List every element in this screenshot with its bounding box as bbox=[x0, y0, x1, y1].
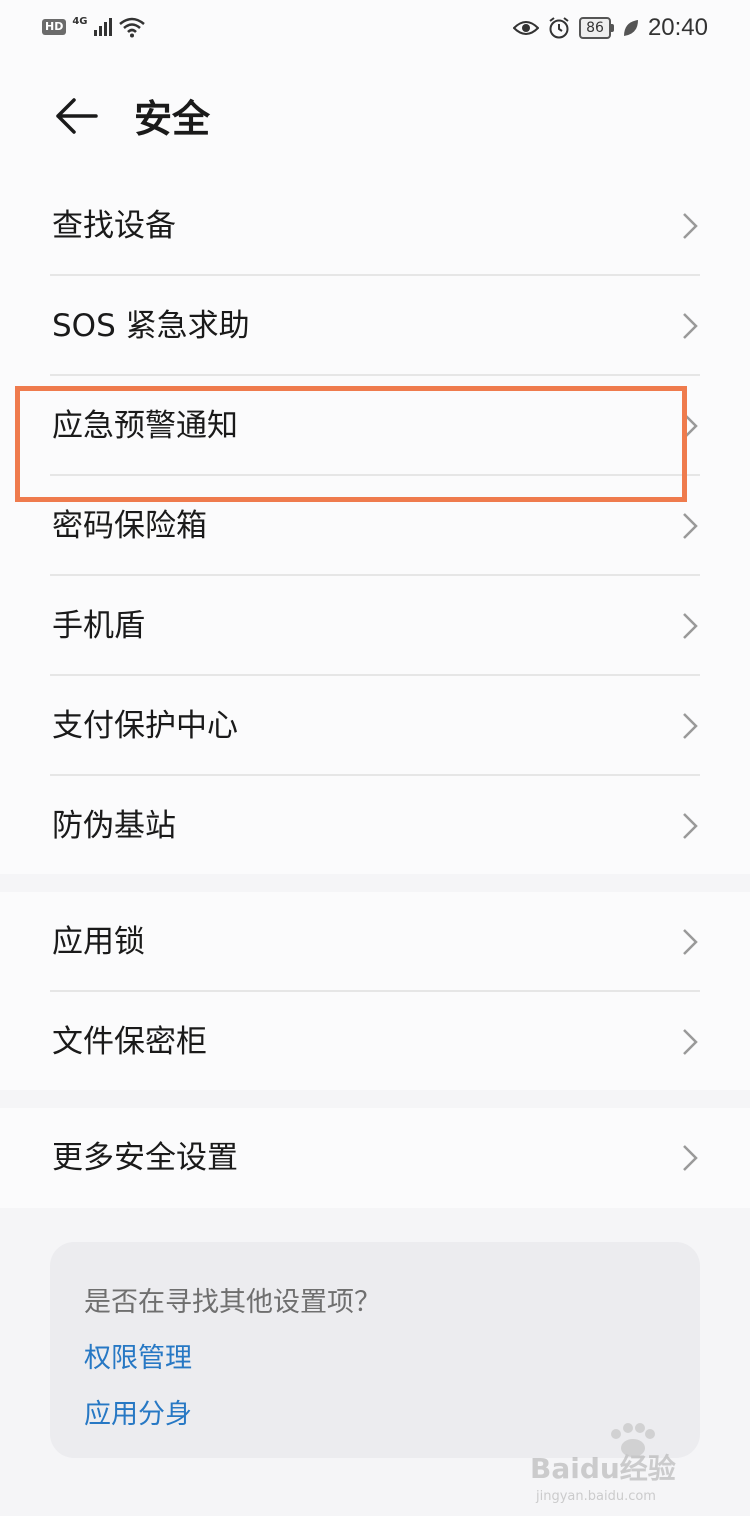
chevron-right-icon bbox=[683, 213, 698, 239]
chevron-right-icon bbox=[683, 1029, 698, 1055]
list-item-file-safe[interactable]: 文件保密柜 bbox=[0, 992, 750, 1092]
status-right: 86 20:40 bbox=[513, 14, 708, 42]
list-item-password-vault[interactable]: 密码保险箱 bbox=[0, 476, 750, 576]
list-item-payment-protection[interactable]: 支付保护中心 bbox=[0, 676, 750, 776]
status-left: HD 4G bbox=[42, 16, 146, 38]
leaf-icon bbox=[623, 20, 638, 36]
list-item-phone-shield[interactable]: 手机盾 bbox=[0, 576, 750, 676]
chevron-right-icon bbox=[683, 413, 698, 439]
settings-group-privacy: 应用锁 文件保密柜 bbox=[0, 892, 750, 1090]
chevron-right-icon bbox=[683, 1145, 698, 1171]
baidu-watermark-logo: Baidu经验 jingyan.baidu.com bbox=[530, 1423, 676, 1504]
list-item-label: 防伪基站 bbox=[52, 808, 176, 844]
watermark-brand: Baidu经验 bbox=[530, 1452, 676, 1485]
list-item-label: 更多安全设置 bbox=[52, 1140, 238, 1176]
hd-badge: HD bbox=[42, 19, 67, 35]
status-bar: HD 4G 86 20:40 bbox=[0, 0, 750, 56]
list-item-more-security[interactable]: 更多安全设置 bbox=[0, 1108, 750, 1208]
battery-icon: 86 bbox=[579, 17, 614, 39]
chevron-right-icon bbox=[683, 713, 698, 739]
chevron-right-icon bbox=[683, 513, 698, 539]
list-item-label: 密码保险箱 bbox=[52, 508, 207, 544]
chevron-right-icon bbox=[683, 613, 698, 639]
list-item-label: 文件保密柜 bbox=[52, 1024, 207, 1060]
battery-level: 86 bbox=[579, 17, 611, 39]
list-item-find-device[interactable]: 查找设备 bbox=[0, 176, 750, 276]
wifi-icon bbox=[118, 17, 145, 38]
suggestion-question: 是否在寻找其他设置项？ bbox=[84, 1287, 381, 1318]
clock-time: 20:40 bbox=[647, 14, 708, 41]
signal-icon bbox=[93, 18, 112, 36]
page-title: 安全 bbox=[134, 97, 211, 141]
link-permission-manager[interactable]: 权限管理 bbox=[84, 1336, 192, 1375]
app-header: 安全 bbox=[0, 56, 750, 176]
chevron-right-icon bbox=[683, 313, 698, 339]
list-item-label: 查找设备 bbox=[52, 208, 176, 244]
watermark-url: jingyan.baidu.com bbox=[535, 1489, 656, 1504]
eye-icon bbox=[513, 21, 540, 35]
list-item-sos[interactable]: SOS 紧急求助 bbox=[0, 276, 750, 376]
back-arrow-icon[interactable] bbox=[52, 92, 100, 140]
list-item-label: 支付保护中心 bbox=[52, 708, 238, 744]
list-item-label: 应用锁 bbox=[52, 924, 145, 960]
settings-group-more: 更多安全设置 bbox=[0, 1108, 750, 1208]
alarm-icon bbox=[549, 17, 569, 39]
chevron-right-icon bbox=[683, 813, 698, 839]
network-type: 4G bbox=[72, 15, 88, 27]
list-item-emergency-alerts[interactable]: 应急预警通知 bbox=[0, 376, 750, 476]
list-item-fake-base-station[interactable]: 防伪基站 bbox=[0, 776, 750, 876]
chevron-right-icon bbox=[683, 929, 698, 955]
link-app-twin[interactable]: 应用分身 bbox=[84, 1392, 192, 1431]
list-item-label: 手机盾 bbox=[52, 608, 145, 644]
list-item-label: 应急预警通知 bbox=[52, 408, 238, 444]
list-item-label: SOS 紧急求助 bbox=[52, 308, 250, 344]
settings-group-security: 查找设备 SOS 紧急求助 应急预警通知 密码保险箱 手机盾 支付保护中心 防伪… bbox=[0, 176, 750, 874]
list-item-app-lock[interactable]: 应用锁 bbox=[0, 892, 750, 992]
